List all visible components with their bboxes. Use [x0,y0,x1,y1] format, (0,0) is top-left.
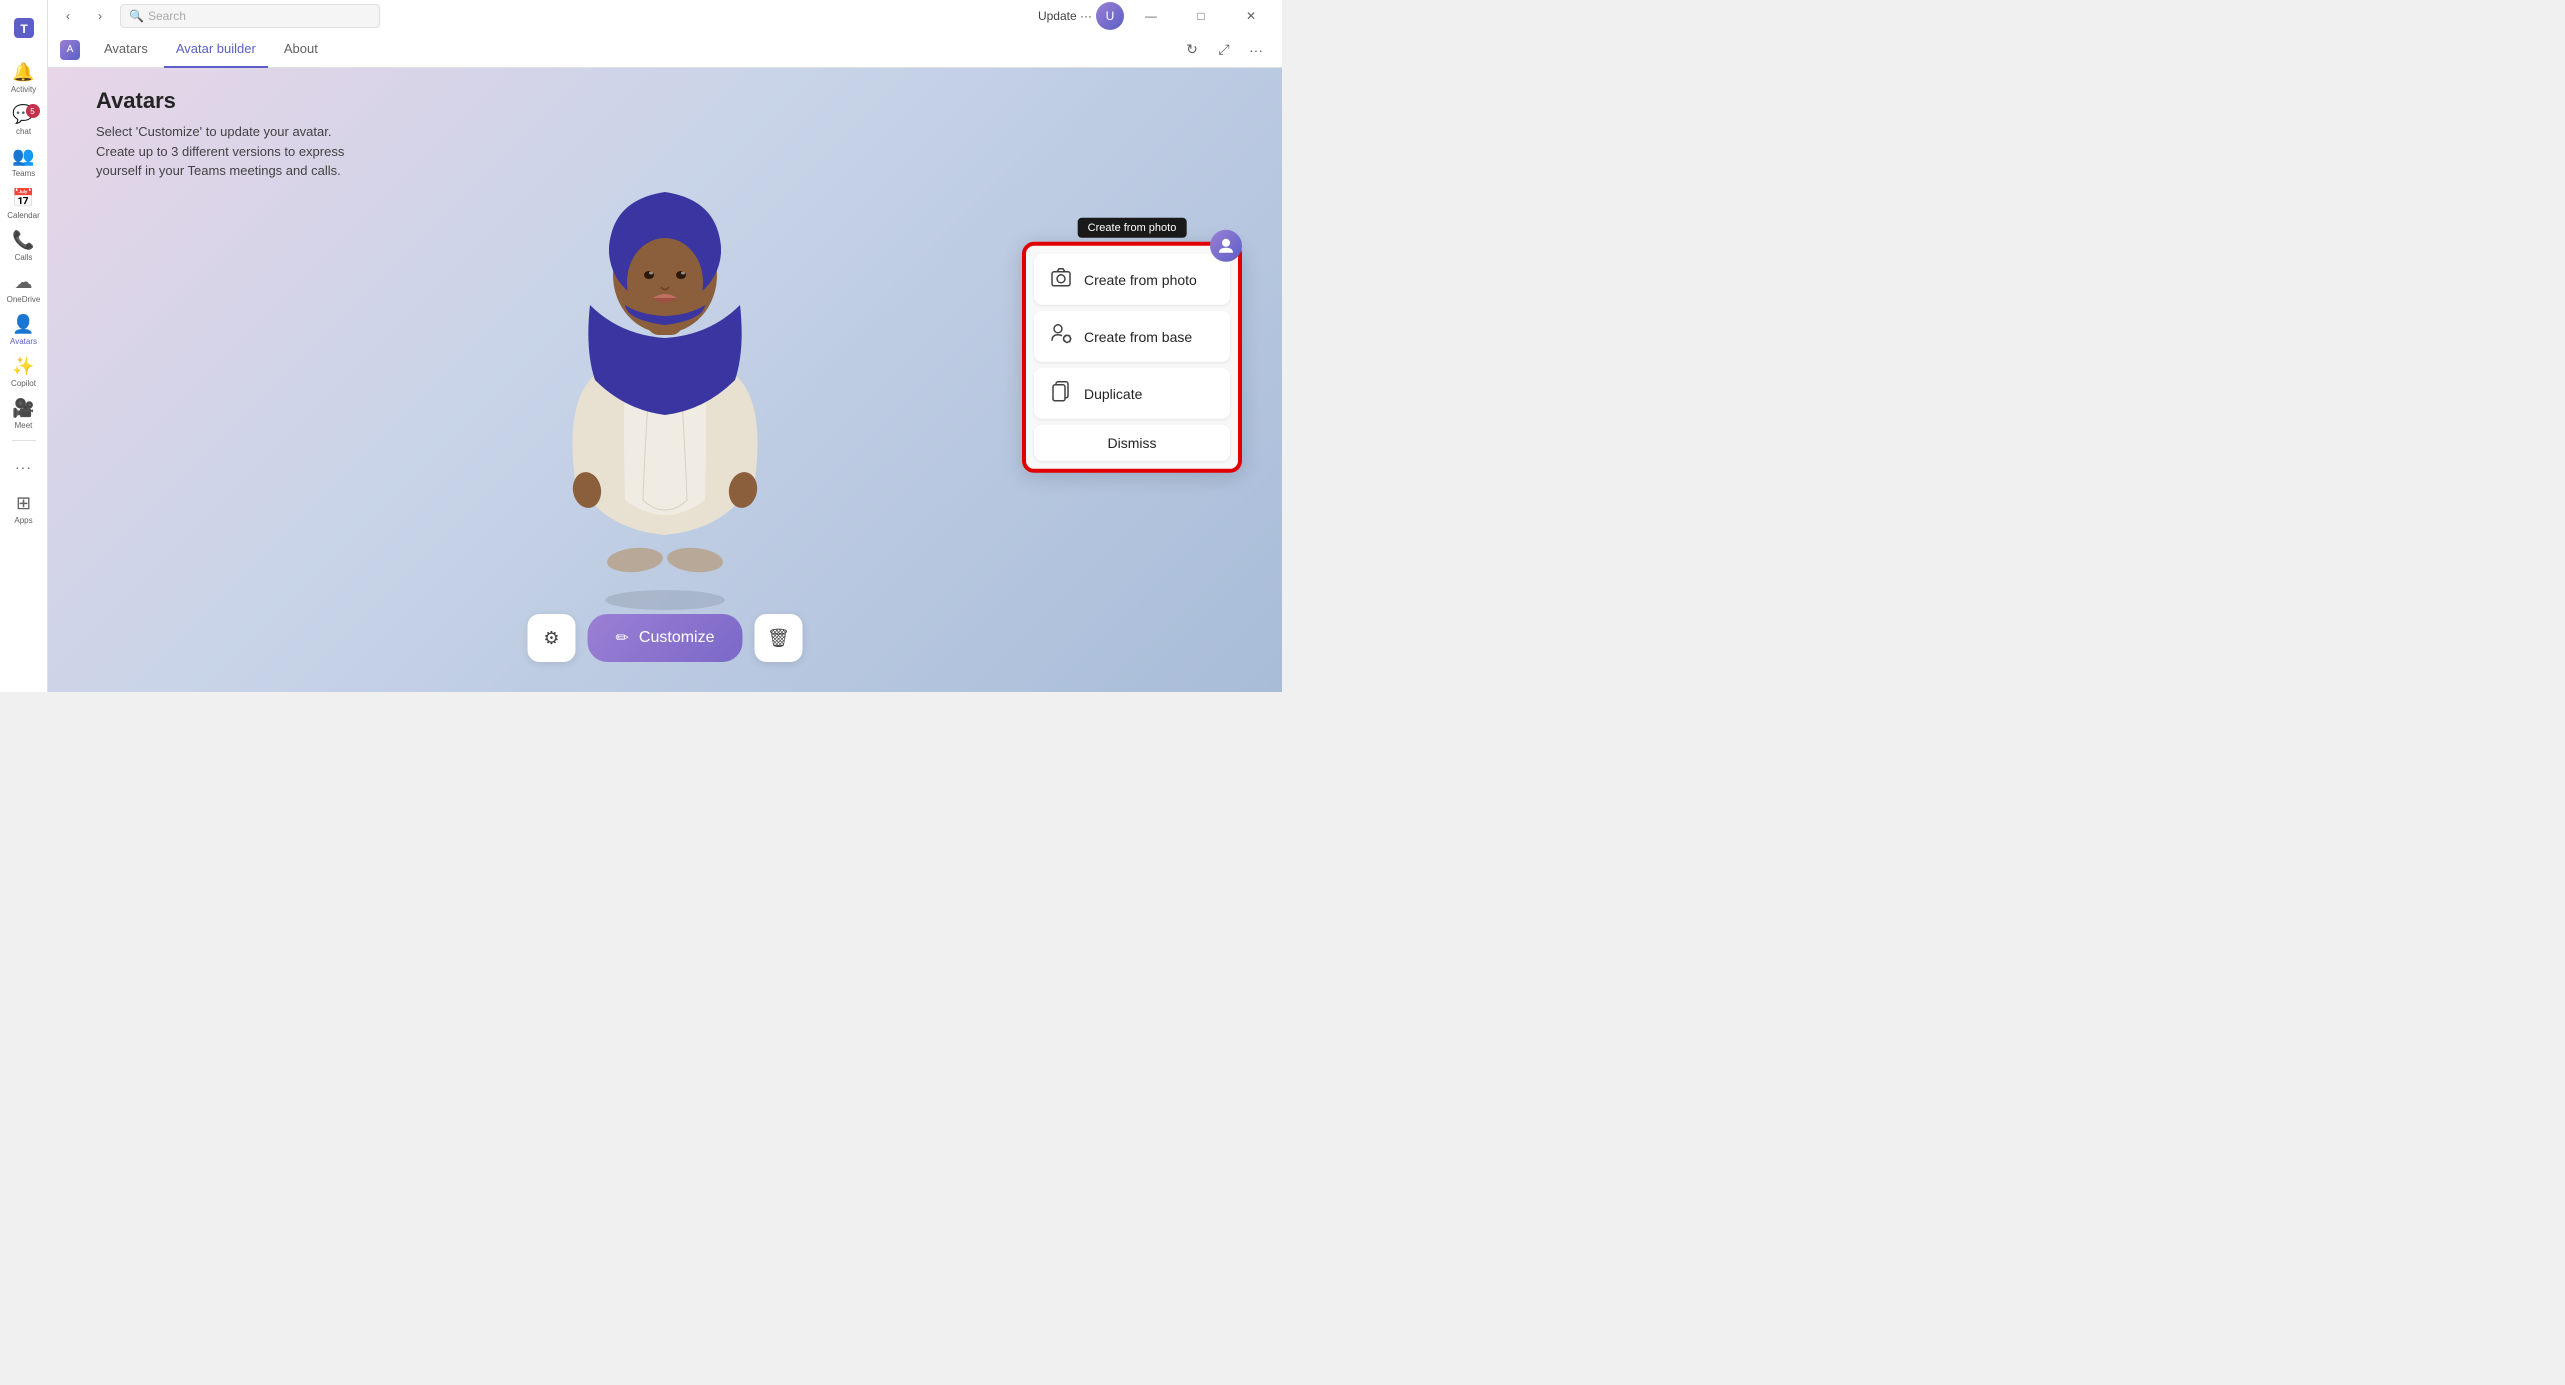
search-placeholder: Search [148,9,186,23]
customize-label: Customize [639,629,715,647]
sidebar-item-label: Teams [12,169,36,178]
sidebar-item-avatars[interactable]: 👤 Avatars [4,310,44,350]
avatars-icon: 👤 [12,314,34,335]
sidebar-item-label: chat [16,127,31,136]
page-header: Avatars Select 'Customize' to update you… [96,88,344,181]
tab-right-icons: ↻ ⤢ ··· [1178,36,1270,64]
delete-icon: 🗑 [767,628,790,649]
sidebar-item-label: Avatars [10,337,37,346]
create-from-photo-item[interactable]: Create from photo [1034,254,1230,305]
sidebar-item-label: Calls [15,253,33,262]
copilot-icon: ✨ [12,356,34,377]
content-area: Avatars Select 'Customize' to update you… [48,68,1282,692]
create-from-base-item[interactable]: Create from base [1034,311,1230,362]
avatar-image [535,120,795,620]
titlebar-right: Update ··· U — □ ✕ [1038,0,1274,32]
sidebar-item-teams[interactable]: 👥 Teams [4,142,44,182]
onedrive-icon: ☁ [15,272,33,293]
app-tab-icon-container: A [60,40,80,60]
tab-about[interactable]: About [272,32,330,68]
teams-icon: 👥 [12,146,34,167]
dropdown-menu: Create from photo Create from photo [1022,242,1242,473]
popout-icon[interactable]: ⤢ [1210,36,1238,64]
tab-avatars[interactable]: Avatars [92,32,160,68]
bottom-toolbar: ⚙ ✏ Customize 🗑 [528,614,803,662]
maximize-button[interactable]: □ [1178,0,1224,32]
search-bar[interactable]: 🔍 Search [120,4,380,28]
titlebar-left: ‹ › 🔍 Search [56,4,380,28]
minimize-button[interactable]: — [1128,0,1174,32]
close-button[interactable]: ✕ [1228,0,1274,32]
create-from-photo-label: Create from photo [1084,271,1197,287]
page-description: Select 'Customize' to update your avatar… [96,122,344,181]
sidebar: T 🔔 Activity 5 💬 chat 👥 Teams 📅 Calendar… [0,0,48,692]
camera-icon [1050,266,1072,293]
dismiss-label: Dismiss [1108,435,1157,451]
dropdown-avatar-badge [1210,230,1242,262]
meet-icon: 🎥 [12,398,34,419]
tooltip: Create from photo [1078,218,1187,238]
sidebar-item-copilot[interactable]: ✨ Copilot [4,352,44,392]
more-options-icon[interactable]: ··· [1242,36,1270,64]
app-icon: A [60,40,80,60]
calls-icon: 📞 [12,230,34,251]
sidebar-item-calls[interactable]: 📞 Calls [4,226,44,266]
more-icon: ··· [15,459,32,475]
titlebar: ‹ › 🔍 Search Update ··· U — □ ✕ [48,0,1282,32]
sidebar-item-label: Meet [15,421,33,430]
tabbar: A Avatars Avatar builder About ↻ ⤢ ··· [48,32,1282,68]
back-button[interactable]: ‹ [56,4,80,28]
sidebar-logo: T [4,8,44,48]
sidebar-item-label: Apps [14,516,32,525]
dismiss-item[interactable]: Dismiss [1034,425,1230,461]
duplicate-icon [1050,380,1072,407]
tab-avatar-builder[interactable]: Avatar builder [164,32,268,68]
sidebar-item-label: Calendar [7,211,39,220]
user-avatar[interactable]: U [1096,2,1124,30]
sidebar-item-calendar[interactable]: 📅 Calendar [4,184,44,224]
search-icon: 🔍 [129,9,144,23]
sidebar-item-label: Copilot [11,379,36,388]
sidebar-item-label: OneDrive [7,295,41,304]
customize-button[interactable]: ✏ Customize [588,614,743,662]
sidebar-item-more[interactable]: ··· [4,447,44,487]
delete-button[interactable]: 🗑 [754,614,802,662]
sidebar-divider [12,440,36,441]
activity-icon: 🔔 [12,62,34,83]
sidebar-item-label: Activity [11,85,36,94]
calendar-icon: 📅 [12,188,34,209]
update-button[interactable]: Update ··· [1038,9,1092,23]
duplicate-label: Duplicate [1084,385,1142,401]
main-container: ‹ › 🔍 Search Update ··· U — □ ✕ A Avatar… [48,0,1282,692]
svg-text:T: T [20,22,28,36]
customize-icon: ✏ [616,628,629,648]
create-from-base-label: Create from base [1084,328,1192,344]
sidebar-item-chat[interactable]: 5 💬 chat [4,100,44,140]
sidebar-item-onedrive[interactable]: ☁ OneDrive [4,268,44,308]
sidebar-item-meet[interactable]: 🎥 Meet [4,394,44,434]
sidebar-item-activity[interactable]: 🔔 Activity [4,58,44,98]
settings-icon: ⚙ [543,628,559,649]
forward-button[interactable]: › [88,4,112,28]
person-settings-icon [1050,323,1072,350]
apps-icon: ⊞ [16,493,31,514]
chat-badge: 5 [26,104,40,118]
sidebar-item-apps[interactable]: ⊞ Apps [4,489,44,529]
refresh-icon[interactable]: ↻ [1178,36,1206,64]
avatar-figure [535,120,795,620]
duplicate-item[interactable]: Duplicate [1034,368,1230,419]
page-title: Avatars [96,88,344,114]
settings-button[interactable]: ⚙ [528,614,576,662]
